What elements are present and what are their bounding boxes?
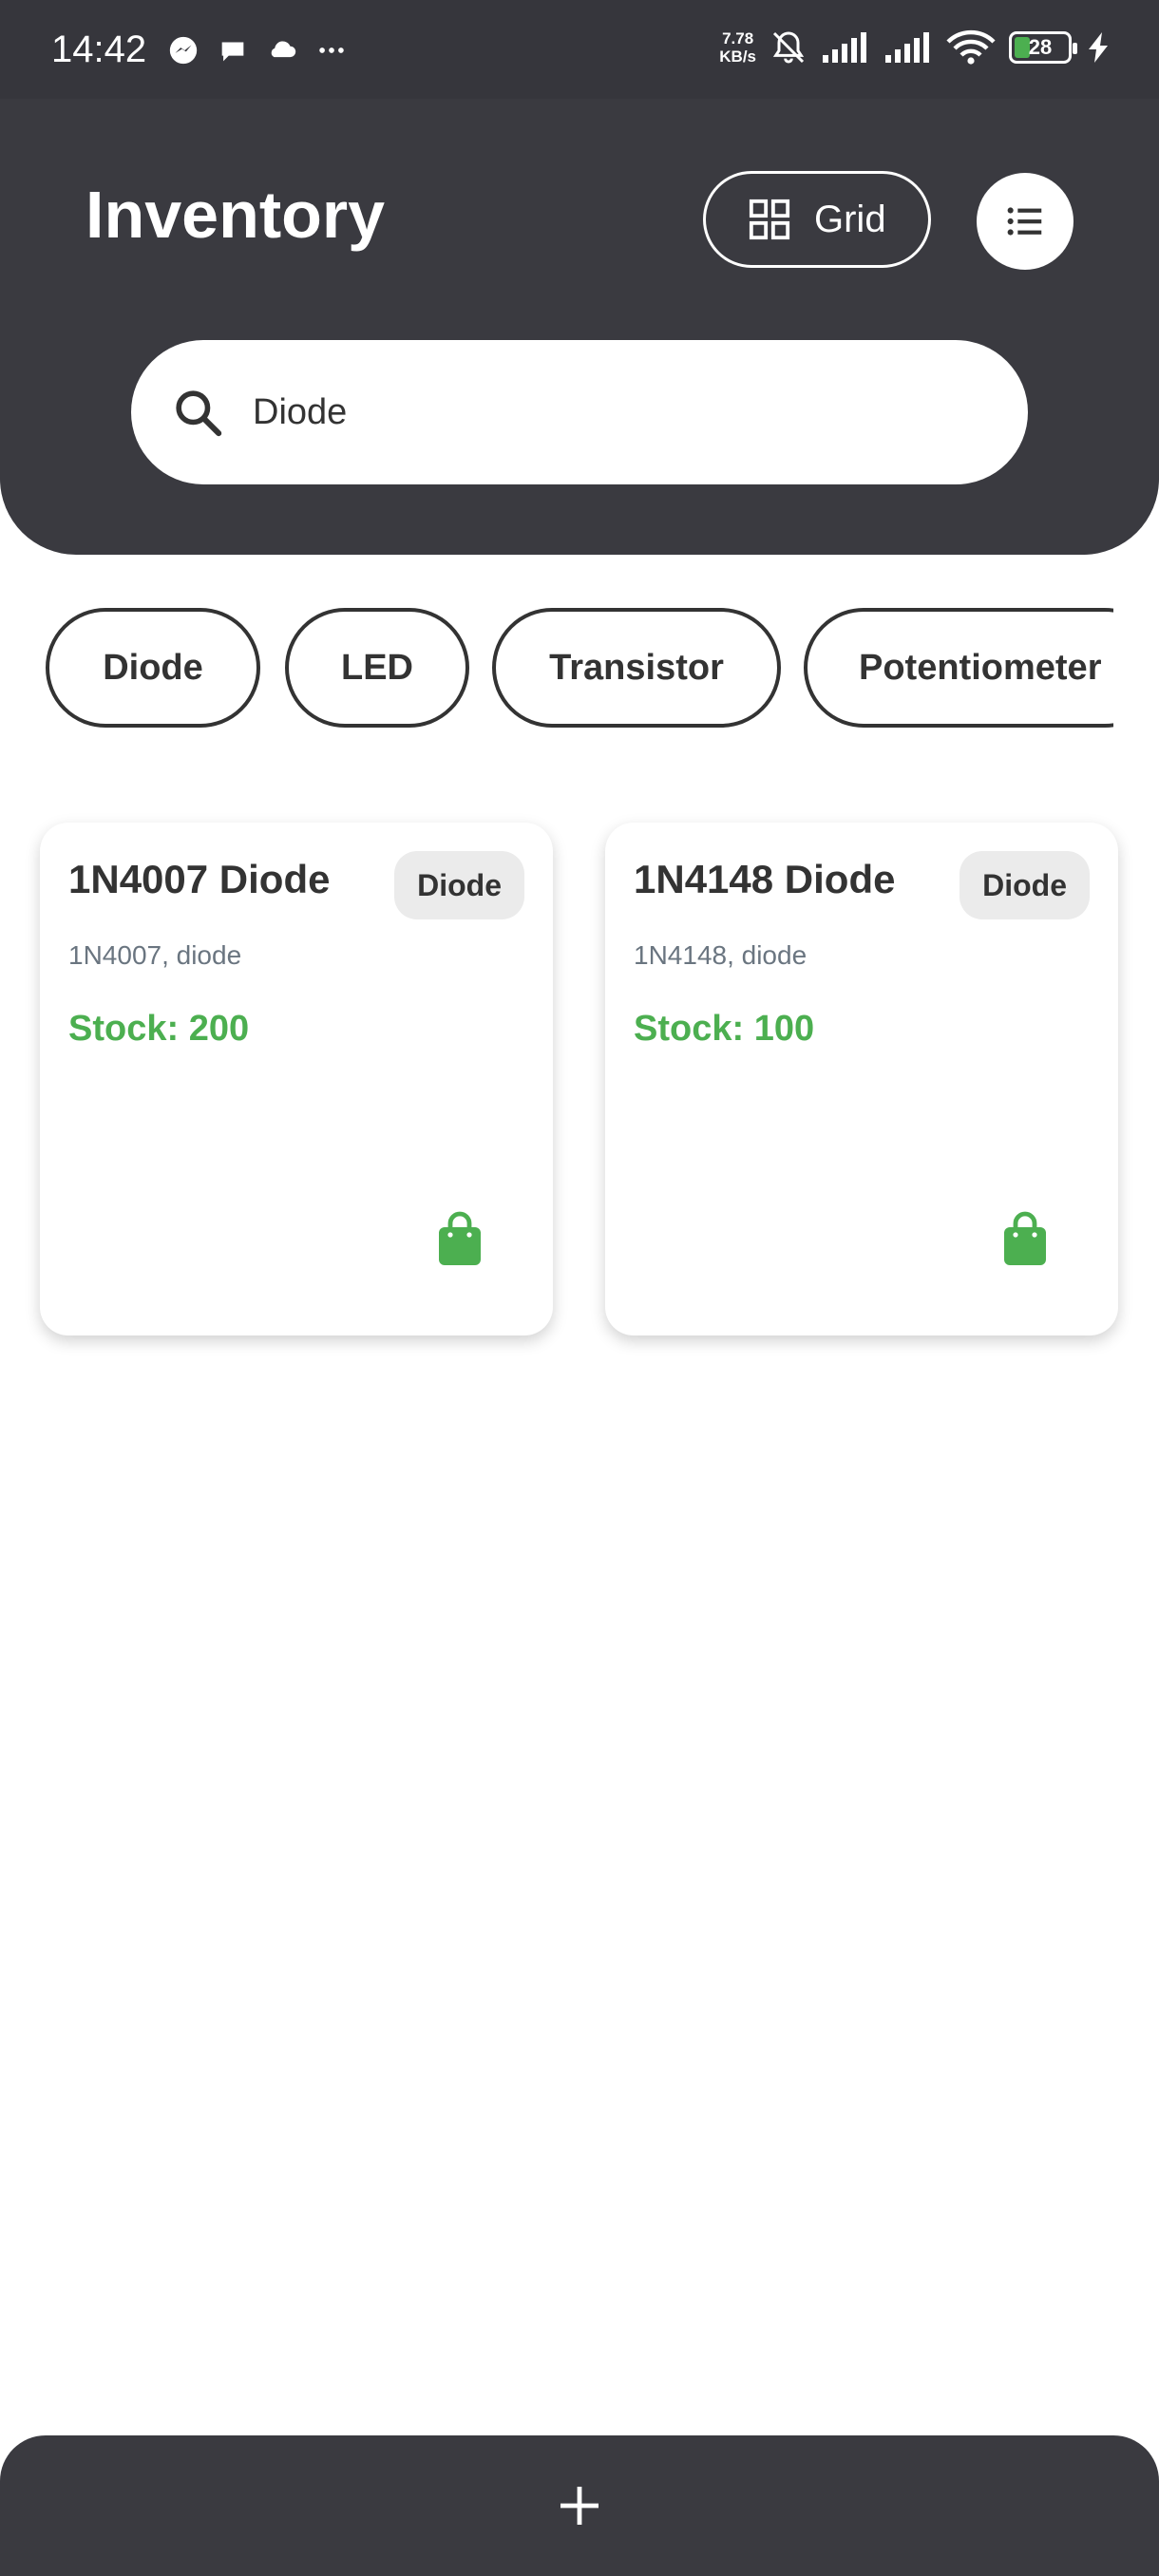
grid-view-button[interactable]: Grid — [703, 171, 931, 268]
charging-icon — [1089, 32, 1108, 63]
search-icon — [176, 390, 222, 437]
filter-chip-potentiometer[interactable]: Potentiometer — [804, 608, 1113, 728]
signal-icon — [885, 32, 929, 63]
net-speed-value: 7.78 — [722, 29, 754, 47]
item-tags: 1N4007, diode — [68, 940, 242, 970]
item-card[interactable]: 1N4007 Diode Diode 1N4007, diode Stock: … — [40, 823, 553, 1335]
shopping-bag-icon[interactable] — [1000, 1210, 1050, 1267]
list-icon — [1007, 207, 1042, 236]
item-name: 1N4148 Diode — [634, 857, 896, 901]
search-input[interactable] — [253, 391, 918, 433]
bell-off-icon — [772, 31, 805, 64]
status-time: 14:42 — [51, 28, 147, 70]
net-speed: 7.78 KB/s — [719, 29, 756, 66]
item-stock: Stock: 200 — [68, 1009, 250, 1049]
system-icons: 7.78 KB/s 28 — [719, 28, 1112, 66]
category-badge: Diode — [394, 851, 524, 919]
item-stock: Stock: 100 — [634, 1009, 815, 1049]
more-dots-icon — [319, 47, 344, 53]
plus-icon — [560, 2487, 598, 2525]
page-title: Inventory — [86, 178, 386, 252]
app-header: Inventory Grid — [0, 99, 1159, 555]
item-name: 1N4007 Diode — [68, 857, 331, 901]
cloud-icon — [271, 41, 296, 58]
category-badge: Diode — [960, 851, 1090, 919]
battery-icon: 28 — [1009, 31, 1077, 64]
net-speed-unit: KB/s — [719, 47, 756, 66]
grid-view-label: Grid — [814, 198, 886, 240]
filter-chip-diode[interactable]: Diode — [46, 608, 260, 728]
filter-chip-transistor[interactable]: Transistor — [492, 608, 781, 728]
chat-icon — [221, 42, 244, 62]
item-tags: 1N4148, diode — [634, 940, 808, 970]
add-item-button[interactable] — [0, 2435, 1159, 2576]
filter-chip-led[interactable]: LED — [285, 608, 469, 728]
list-view-button[interactable] — [977, 173, 1074, 270]
signal-icon — [823, 32, 866, 63]
search-bar — [131, 340, 1028, 484]
shopping-bag-icon[interactable] — [435, 1210, 484, 1267]
battery-level: 28 — [1028, 35, 1053, 59]
wifi-icon — [946, 29, 996, 65]
status-bar: 14:42 7.78 KB/s 28 — [0, 0, 1159, 99]
notification-icons — [167, 34, 348, 66]
item-card[interactable]: 1N4148 Diode Diode 1N4148, diode Stock: … — [605, 823, 1118, 1335]
category-filter-row: Diode LED Transistor Potentiometer — [46, 608, 1113, 729]
messenger-icon — [169, 36, 198, 65]
grid-icon — [749, 199, 790, 240]
